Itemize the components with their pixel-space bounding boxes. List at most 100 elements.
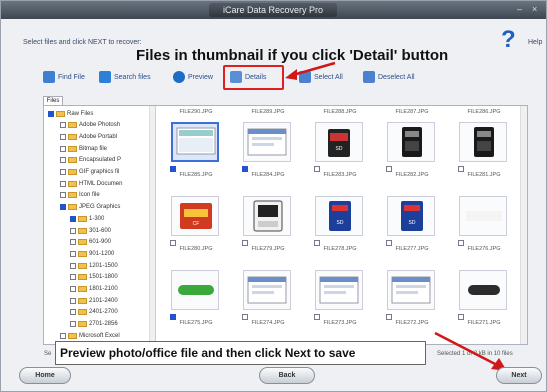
annotation-arrow-bottom	[434, 331, 507, 371]
search-files-label: Search files	[114, 73, 151, 81]
next-button[interactable]: Next	[496, 367, 542, 384]
thumbnail-image[interactable]	[459, 122, 507, 162]
tree-checkbox[interactable]	[70, 286, 76, 292]
thumbnail-cell[interactable]: FILE274.JPG	[233, 270, 303, 330]
file-name: FILE283.JPG	[323, 172, 357, 178]
tree-checkbox[interactable]	[60, 157, 66, 164]
svg-text:SD: SD	[337, 220, 344, 226]
tree-checkbox[interactable]	[70, 215, 76, 222]
minimize-button[interactable]: –	[517, 4, 522, 14]
thumbnail-cell[interactable]: FILE284.JPG	[233, 122, 303, 182]
tree-checkbox[interactable]	[70, 309, 76, 316]
thumbnail-image[interactable]	[459, 270, 507, 310]
tree-checkbox[interactable]	[70, 239, 76, 246]
tree-item[interactable]: Microsoft Excel	[60, 331, 120, 340]
tree-item[interactable]: Adobe Photosh	[60, 121, 120, 130]
thumbnail-image[interactable]: SD	[315, 122, 363, 162]
tree-item[interactable]: 2401-2700	[70, 308, 118, 317]
deselect-all-button[interactable]: Deselect All	[363, 67, 415, 87]
thumbnail-cell[interactable]: FILE279.JPG	[233, 196, 303, 256]
file-name: FILE284.JPG	[251, 172, 285, 178]
folder-icon	[78, 239, 87, 246]
tree-checkbox[interactable]	[60, 204, 66, 211]
thumbnail-image[interactable]	[171, 270, 219, 310]
thumbnail-cell[interactable]: FILE273.JPG	[305, 270, 375, 330]
help-link[interactable]: Help	[528, 39, 542, 46]
tree-item-label: Bitmap file	[79, 145, 108, 152]
thumbnail-image[interactable]	[243, 270, 291, 310]
question-icon[interactable]: ?	[501, 27, 516, 53]
tree-checkbox[interactable]	[60, 133, 66, 140]
tree-item[interactable]: 601-900	[70, 238, 111, 247]
tree-item[interactable]: 1801-2100	[70, 285, 118, 294]
deselect-all-label: Deselect All	[378, 73, 415, 81]
tree-checkbox[interactable]	[60, 192, 66, 199]
folder-icon	[78, 262, 87, 269]
thumbnail-cell[interactable]: CF FILE280.JPG	[161, 196, 231, 256]
thumbnail-image[interactable]	[243, 122, 291, 162]
tree-item[interactable]: Bitmap file	[60, 144, 107, 153]
tree-item-label: Encapsulated P	[79, 157, 122, 164]
thumbnail-cell[interactable]: FILE271.JPG	[449, 270, 519, 330]
grid-scrollbar[interactable]	[520, 106, 527, 344]
tree-checkbox[interactable]	[60, 169, 66, 175]
thumbnail-cell[interactable]: SD FILE277.JPG	[377, 196, 447, 256]
tree-checkbox[interactable]	[48, 110, 54, 117]
tree-item[interactable]: 2101-2400	[70, 296, 118, 305]
thumbnail-cell[interactable]: FILE285.JPG	[161, 122, 231, 182]
tree-checkbox[interactable]	[60, 145, 66, 152]
close-button[interactable]: ×	[532, 4, 537, 14]
thumbnail-image[interactable]: SD	[387, 196, 435, 236]
annotation-banner: Preview photo/office file and then click…	[55, 341, 426, 365]
tree-checkbox[interactable]	[70, 262, 76, 269]
thumbnail-cell[interactable]: SD FILE283.JPG	[305, 122, 375, 182]
tree-checkbox[interactable]	[70, 227, 76, 234]
tree-checkbox[interactable]	[70, 274, 76, 281]
tree-item-label: Adobe Portabl	[79, 133, 118, 140]
back-button[interactable]: Back	[259, 367, 315, 384]
thumbnail-image[interactable]	[171, 122, 219, 162]
tree-item[interactable]: 2701-2856	[70, 320, 118, 329]
tree-checkbox[interactable]	[60, 180, 66, 187]
folder-icon	[78, 274, 87, 281]
thumbnail-image[interactable]	[459, 196, 507, 236]
tree-item-label: JPEG Graphics	[79, 204, 121, 211]
tree-item[interactable]: 1201-1500	[70, 261, 118, 270]
tree-item[interactable]: Encapsulated P	[60, 156, 121, 165]
thumbnail-cell[interactable]: SD FILE278.JPG	[305, 196, 375, 256]
thumbnail-image[interactable]: SD	[315, 196, 363, 236]
tree-item[interactable]: JPEG Graphics	[60, 203, 120, 212]
tree-item[interactable]: 901-1200	[70, 249, 114, 258]
tree-item[interactable]: 301-600	[70, 226, 111, 235]
tree-item[interactable]: Icon file	[60, 191, 100, 200]
tree-item[interactable]: 1501-1800	[70, 273, 118, 282]
tree-checkbox[interactable]	[70, 297, 76, 304]
thumbnail-cell[interactable]: FILE276.JPG	[449, 196, 519, 256]
tree-scrollbar[interactable]	[149, 106, 155, 344]
thumbnail-image[interactable]: CF	[171, 196, 219, 236]
tree-item[interactable]: Adobe Portabl	[60, 132, 117, 141]
tree-checkbox[interactable]	[60, 332, 66, 339]
find-file-button[interactable]: Find File	[43, 67, 85, 87]
search-files-button[interactable]: Search files	[99, 67, 151, 87]
thumbnail-image[interactable]	[315, 270, 363, 310]
tree-item[interactable]: Raw Files	[48, 109, 93, 118]
thumbnail-cell[interactable]: FILE272.JPG	[377, 270, 447, 330]
tree-item[interactable]: HTML Documen	[60, 179, 122, 188]
tree-item[interactable]: GIF graphics fil	[60, 168, 119, 177]
home-button[interactable]: Home	[19, 367, 71, 384]
thumbnail-image[interactable]	[243, 196, 291, 236]
preview-button[interactable]: Preview	[173, 67, 213, 87]
folder-icon	[56, 110, 65, 117]
tree-checkbox[interactable]	[70, 321, 76, 328]
thumbnail-cell[interactable]: FILE275.JPG	[161, 270, 231, 330]
folder-icon	[78, 227, 87, 234]
thumbnail-cell[interactable]: FILE282.JPG	[377, 122, 447, 182]
thumbnail-image[interactable]	[387, 122, 435, 162]
app-window: iCare Data Recovery Pro – × Select files…	[0, 0, 547, 392]
thumbnail-image[interactable]	[387, 270, 435, 310]
tree-checkbox[interactable]	[70, 250, 76, 257]
tree-item[interactable]: 1-300	[70, 214, 104, 223]
thumbnail-cell[interactable]: FILE281.JPG	[449, 122, 519, 182]
tree-checkbox[interactable]	[60, 122, 66, 129]
